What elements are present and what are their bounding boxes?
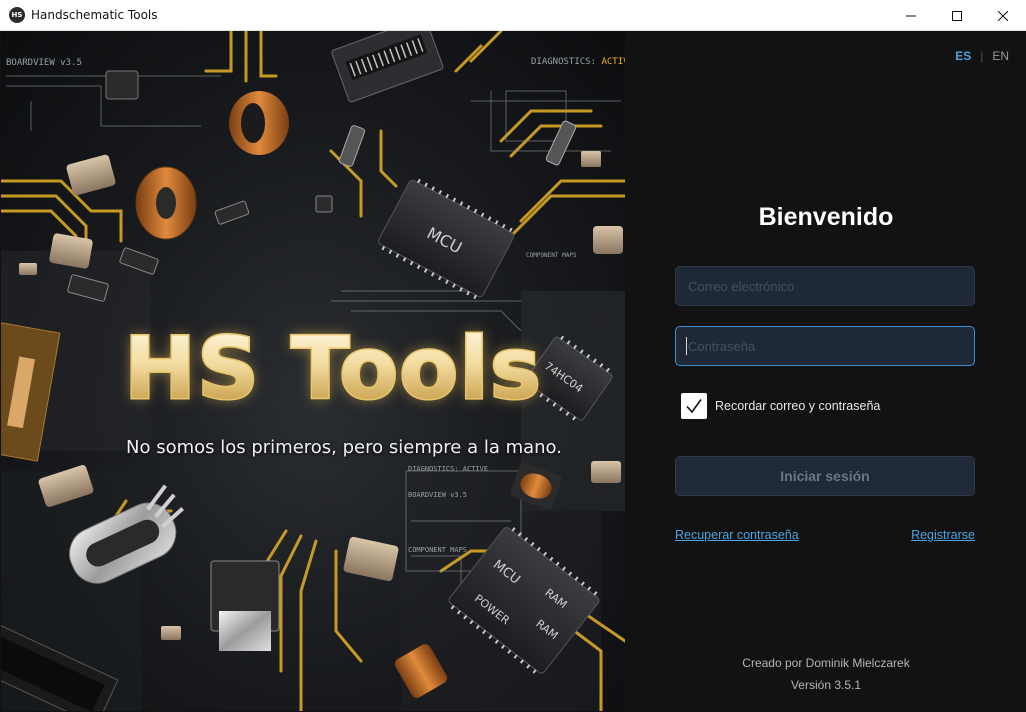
recover-password-link[interactable]: Recuperar contraseña xyxy=(675,528,799,542)
label-component-maps-mid: COMPONENT MAPS xyxy=(408,546,468,554)
checkmark-icon xyxy=(686,399,702,414)
text-caret xyxy=(686,337,687,355)
login-panel: ES | EN Bienvenido Recordar correo y con… xyxy=(626,31,1026,712)
app-window: HS Handschematic Tools MCU 74HC04 MCU RA… xyxy=(0,0,1026,712)
hero-title: HS Tools xyxy=(124,319,542,419)
label-diagnostics-mid: DIAGNOSTICS: ACTIVE xyxy=(408,465,489,473)
label-diagnostics-status: ACTIVE xyxy=(601,57,625,67)
window-title: Handschematic Tools xyxy=(31,8,158,22)
label-diagnostics-prefix: DIAGNOSTICS: xyxy=(531,57,602,67)
register-link[interactable]: Registrarse xyxy=(911,528,975,542)
remember-label: Recordar correo y contraseña xyxy=(715,399,881,413)
close-icon xyxy=(998,10,1008,21)
minimize-icon xyxy=(906,15,916,16)
remember-row[interactable]: Recordar correo y contraseña xyxy=(681,393,880,419)
email-input[interactable] xyxy=(675,266,975,306)
maximize-button[interactable] xyxy=(934,0,980,31)
close-button[interactable] xyxy=(980,0,1026,31)
app-logo-icon: HS xyxy=(9,7,25,23)
maximize-icon xyxy=(952,10,962,21)
label-component-maps-top: COMPONENT MAPS xyxy=(526,252,577,259)
credits-text: Creado por Dominik Mielczarek xyxy=(742,656,910,670)
hero-artwork: MCU 74HC04 MCU RAM RAM POWER BOARDVIEW v… xyxy=(1,31,625,711)
window-controls xyxy=(888,0,1026,31)
language-switcher: ES | EN xyxy=(955,49,1009,63)
minimize-button[interactable] xyxy=(888,0,934,31)
login-button[interactable]: Iniciar sesión xyxy=(675,456,975,496)
language-es-button[interactable]: ES xyxy=(955,49,971,63)
remember-checkbox[interactable] xyxy=(681,393,707,419)
label-boardview-mid: BOARDVIEW v3.5 xyxy=(408,491,468,499)
welcome-heading: Bienvenido xyxy=(758,203,894,231)
hero-tagline: No somos los primeros, pero siempre a la… xyxy=(126,437,562,458)
language-en-button[interactable]: EN xyxy=(992,49,1009,63)
password-input[interactable] xyxy=(675,326,975,366)
version-text: Versión 3.5.1 xyxy=(790,678,862,692)
language-separator: | xyxy=(980,49,984,63)
label-boardview-top: BOARDVIEW v3.5 xyxy=(6,58,82,68)
app-logo-text: HS xyxy=(11,11,23,19)
label-diagnostics-top: DIAGNOSTICS: ACTIVE xyxy=(531,57,625,67)
title-bar: HS Handschematic Tools xyxy=(0,0,1026,31)
